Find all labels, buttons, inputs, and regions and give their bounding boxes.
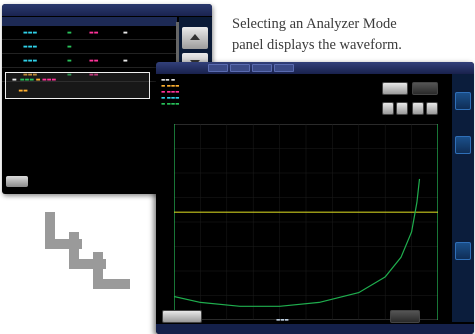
next-step-button[interactable] [412,102,424,115]
trace-icon[interactable] [455,242,471,260]
triangle-up-icon [190,34,200,40]
option-button[interactable] [412,82,438,95]
list-row[interactable]: ▬▬▬ ▬ [2,40,177,54]
save-button[interactable] [390,310,420,323]
list-row[interactable]: ▬▬▬ ▬ ▬▬ ▬ [2,54,177,68]
readout-mid: ▬▬▬ [276,318,289,323]
prev-step-button[interactable] [396,102,408,115]
selected-row-1: ▬ ▬▬▬ ▬ ▬▬▬ [12,77,57,83]
next-button[interactable] [426,102,438,115]
return-button[interactable] [162,310,202,323]
waveform-plot[interactable] [174,124,438,320]
mode-icon[interactable] [455,92,471,110]
prev-button[interactable] [382,102,394,115]
tab[interactable] [230,64,250,72]
caption-text: Selecting an Analyzer Mode panel display… [232,14,468,56]
selected-row-2: ▬▬ [12,88,28,94]
caption-line-2: panel displays the waveform. [232,37,402,53]
caption-line-1: Selecting an Analyzer Mode [232,16,397,32]
double-chevron-down-right-icon [45,212,130,289]
tab[interactable] [208,64,228,72]
list-title-bar [2,4,212,16]
display-button[interactable] [382,82,408,95]
sweep-icon[interactable] [455,136,471,154]
selected-analyzer-panel[interactable]: ▬ ▬▬▬ ▬ ▬▬▬ ▬▬ [5,72,150,99]
measurement-readout: ▬▬ ▬ ▬ ▬▬▬ ▬ ▬▬▬ ▬ ▬▬▬ ▬ ▬▬▬ [161,78,180,107]
list-column-header [2,17,177,26]
waveform-title-bar [156,62,474,74]
list-bottom-button[interactable] [6,176,28,187]
scroll-up-button[interactable] [182,27,208,49]
tab[interactable] [252,64,272,72]
list-row[interactable]: ▬▬▬ ▬ ▬▬ ▬ [2,26,177,40]
waveform-side-panel [452,74,474,322]
status-bar [156,324,474,334]
waveform-view-screenshot: ▬▬ ▬ ▬ ▬▬▬ ▬ ▬▬▬ ▬ ▬▬▬ ▬ ▬▬▬ ▬▬ ▬▬▬ ▬▬▬ [156,62,474,334]
tab[interactable] [274,64,294,72]
